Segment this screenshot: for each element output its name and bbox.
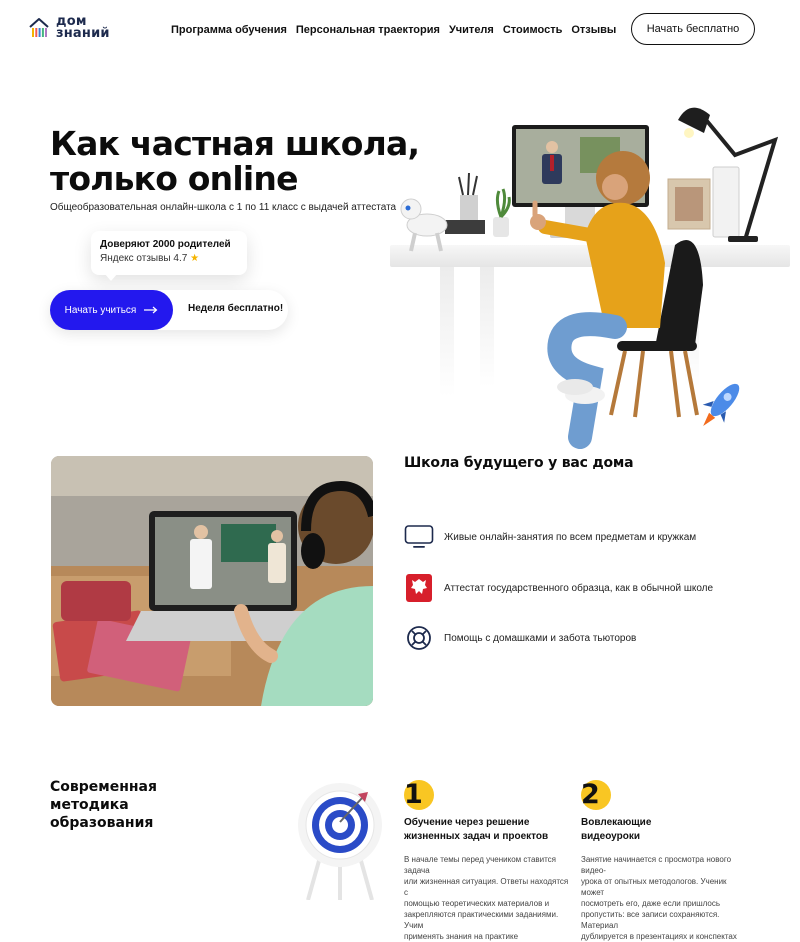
start-free-button[interactable]: Начать бесплатно [631,13,755,45]
nav-program[interactable]: Программа обучения [171,24,287,36]
trust-card-tail [104,273,118,281]
card-text: Занятие начинается с просмотра нового ви… [581,854,751,942]
feature-live-lessons: Живые онлайн-занятия по всем предметам и… [404,524,696,550]
star-icon: ★ [190,253,200,264]
section-future-title: Школа будущего у вас дома [404,455,634,471]
logo[interactable]: дом знаний [28,15,110,41]
house-logo-icon [29,18,49,37]
monitor-icon [404,525,434,548]
nav-pricing[interactable]: Стоимость [503,24,563,36]
card-text-line: пропустить: все записи сохраняются. Мате… [581,910,720,930]
card-text-line: В начале темы перед учеником ставится за… [404,855,557,875]
feature-text: Помощь с домашками и забота тьюторов [444,632,637,644]
card-text-line: Занятие начинается с просмотра нового ви… [581,855,732,875]
arrow-right-icon [144,306,158,314]
card-title-line-1: Обучение через решение [404,817,530,828]
method-title-line-1: Современная [50,779,157,795]
card-text: В начале темы перед учеником ставится за… [404,854,574,942]
card-text-line: или жизненная ситуация. Ответы находятся… [404,877,569,897]
nav-teachers[interactable]: Учителя [449,24,494,36]
card-text-line: урока от опытных методологов. Ученик мож… [581,877,727,897]
lifebuoy-icon [407,626,431,650]
feature-text: Живые онлайн-занятия по всем предметам и… [444,531,697,543]
trust-rating-row: Яндекс отзывы 4.7 ★ [100,253,238,264]
method-title-line-3: образования [50,815,154,831]
free-week-button[interactable]: Неделя бесплатно! [188,303,283,314]
feature-certificate: Аттестат государственного образца, как в… [404,574,713,602]
nav-trajectory[interactable]: Персональная траектория [296,24,440,36]
feature-tutor-help: Помощь с домашками и забота тьюторов [404,624,636,652]
trust-rating: Яндекс отзывы 4.7 [100,253,188,264]
logo-line-2: знаний [56,26,110,41]
trust-card: Доверяют 2000 родителей Яндекс отзывы 4.… [91,231,247,275]
card-number: 1 [404,779,423,810]
card-title-line-1: Вовлекающие [581,817,652,828]
card-text-line: закрепляются практическими заданиями. Уч… [404,910,559,930]
feature-text: Аттестат государственного образца, как в… [444,582,714,594]
coat-of-arms-icon [406,574,432,602]
trust-title: Доверяют 2000 родителей [100,239,231,250]
card-title-line-2: жизненных задач и проектов [404,831,549,842]
method-title-line-2: методика [50,797,129,813]
logo-text: дом знаний [56,15,110,41]
hero-title-line-1: Как частная школа, [50,124,420,163]
start-learning-label: Начать учиться [64,304,137,316]
main-nav: Программа обучения Персональная траектор… [171,24,616,36]
hero-title: Как частная школа, только online [50,124,420,198]
hero-illustration [390,107,790,449]
hero-subtitle: Общеобразовательная онлайн-школа с 1 по … [50,202,397,213]
online-lesson-photo [51,456,373,706]
card-title: Вовлекающие видеоуроки [581,816,751,844]
target-illustration [298,783,382,900]
nav-reviews[interactable]: Отзывы [571,24,616,36]
card-number: 2 [581,779,600,810]
card-text-line: дублируется в презентациях и конспектах [581,932,737,941]
card-text-line: применять знания на практике [404,932,519,941]
card-title-line-2: видеоуроки [581,831,640,842]
start-learning-button[interactable]: Начать учиться [50,290,173,330]
card-title: Обучение через решение жизненных задач и… [404,816,574,844]
hero-title-line-2: только online [50,159,298,198]
section-method-title: Современная методика образования [50,778,157,832]
